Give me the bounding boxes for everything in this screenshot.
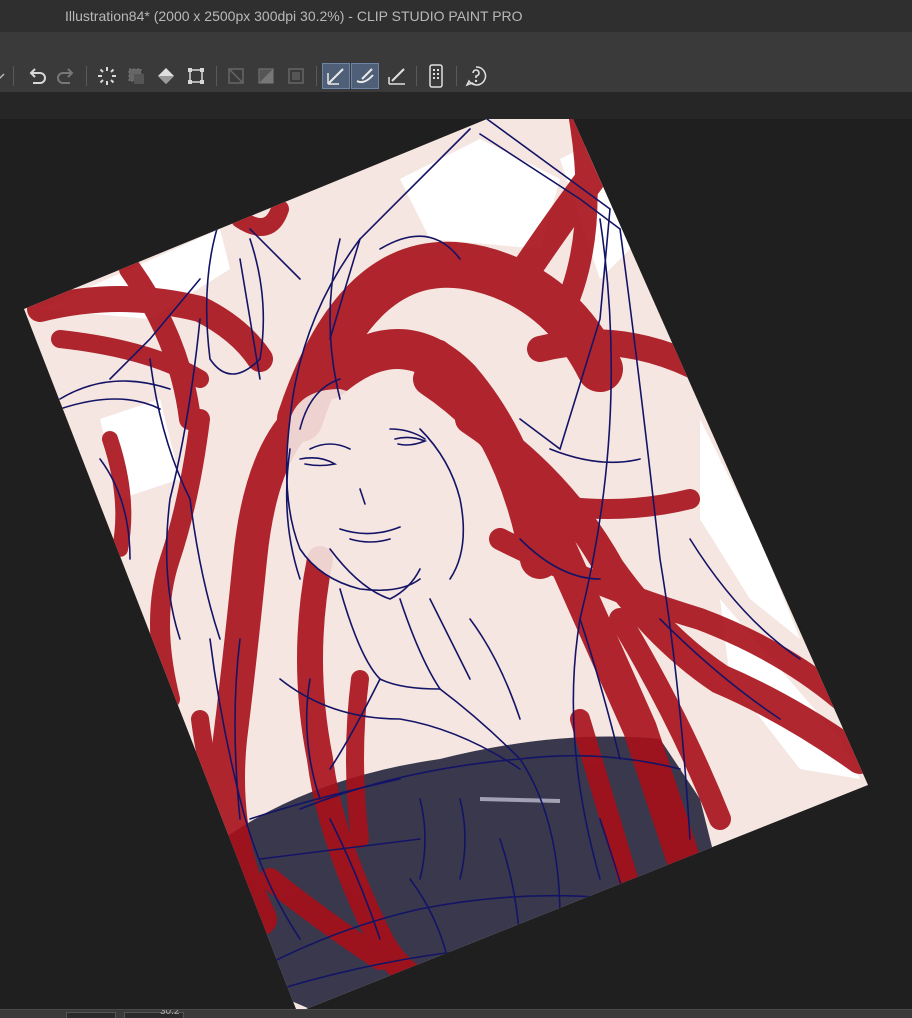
artwork-canvas[interactable] [0,119,912,1009]
deselect-button[interactable] [93,63,121,89]
title-bar: Illustration84* (2000 x 2500px 300dpi 30… [0,0,912,32]
clear-outside-selection-button[interactable] [222,63,250,89]
redo-button[interactable] [52,63,80,89]
status-bar: 30.2 [0,1009,912,1018]
fill-icon [288,68,304,84]
snap-to-grid-button[interactable] [383,63,411,89]
dress-highlight [479,797,561,803]
fill-selection-button[interactable] [152,63,180,89]
help-button[interactable] [462,63,490,89]
deselect-icon [98,67,116,85]
toolbar-separator [13,66,14,86]
zoom-readout: 30.2 [160,1009,180,1017]
ruler-strip [0,93,912,119]
snap-to-ruler-button[interactable] [322,63,350,89]
invert-selection-icon [128,68,144,84]
toolbar-separator [416,66,417,86]
transform-button[interactable] [182,63,210,89]
toolbar-separator [86,66,87,86]
fill-button[interactable] [282,63,310,89]
toolbar-separator [316,66,317,86]
toolbar-separator [216,66,217,86]
smartphone-companion-icon [429,64,443,88]
toolbar-separator [456,66,457,86]
menu-bar [0,32,912,61]
fill-selection-icon [158,68,174,84]
snap-to-special-ruler-button[interactable] [351,63,379,89]
status-field[interactable] [66,1012,116,1018]
clear-button[interactable] [252,63,280,89]
snap-to-ruler-icon [327,68,344,85]
dropdown-chevron-icon [0,73,5,79]
help-icon [465,66,487,87]
app-window: Illustration84* (2000 x 2500px 300dpi 30… [0,0,912,1018]
redo-icon [57,68,74,84]
snap-to-grid-icon [388,68,405,85]
clear-outside-selection-icon [228,68,244,84]
transform-icon [188,68,204,84]
invert-selection-button[interactable] [122,63,150,89]
smartphone-companion-button[interactable] [422,63,450,89]
undo-button[interactable] [23,63,51,89]
command-bar [0,60,912,93]
undo-icon [29,68,46,84]
window-title: Illustration84* (2000 x 2500px 300dpi 30… [65,8,523,24]
command-bar-menu-button[interactable] [0,63,10,89]
clear-icon [258,68,274,84]
canvas-area[interactable] [0,119,912,1009]
snap-to-special-ruler-icon [356,68,374,84]
